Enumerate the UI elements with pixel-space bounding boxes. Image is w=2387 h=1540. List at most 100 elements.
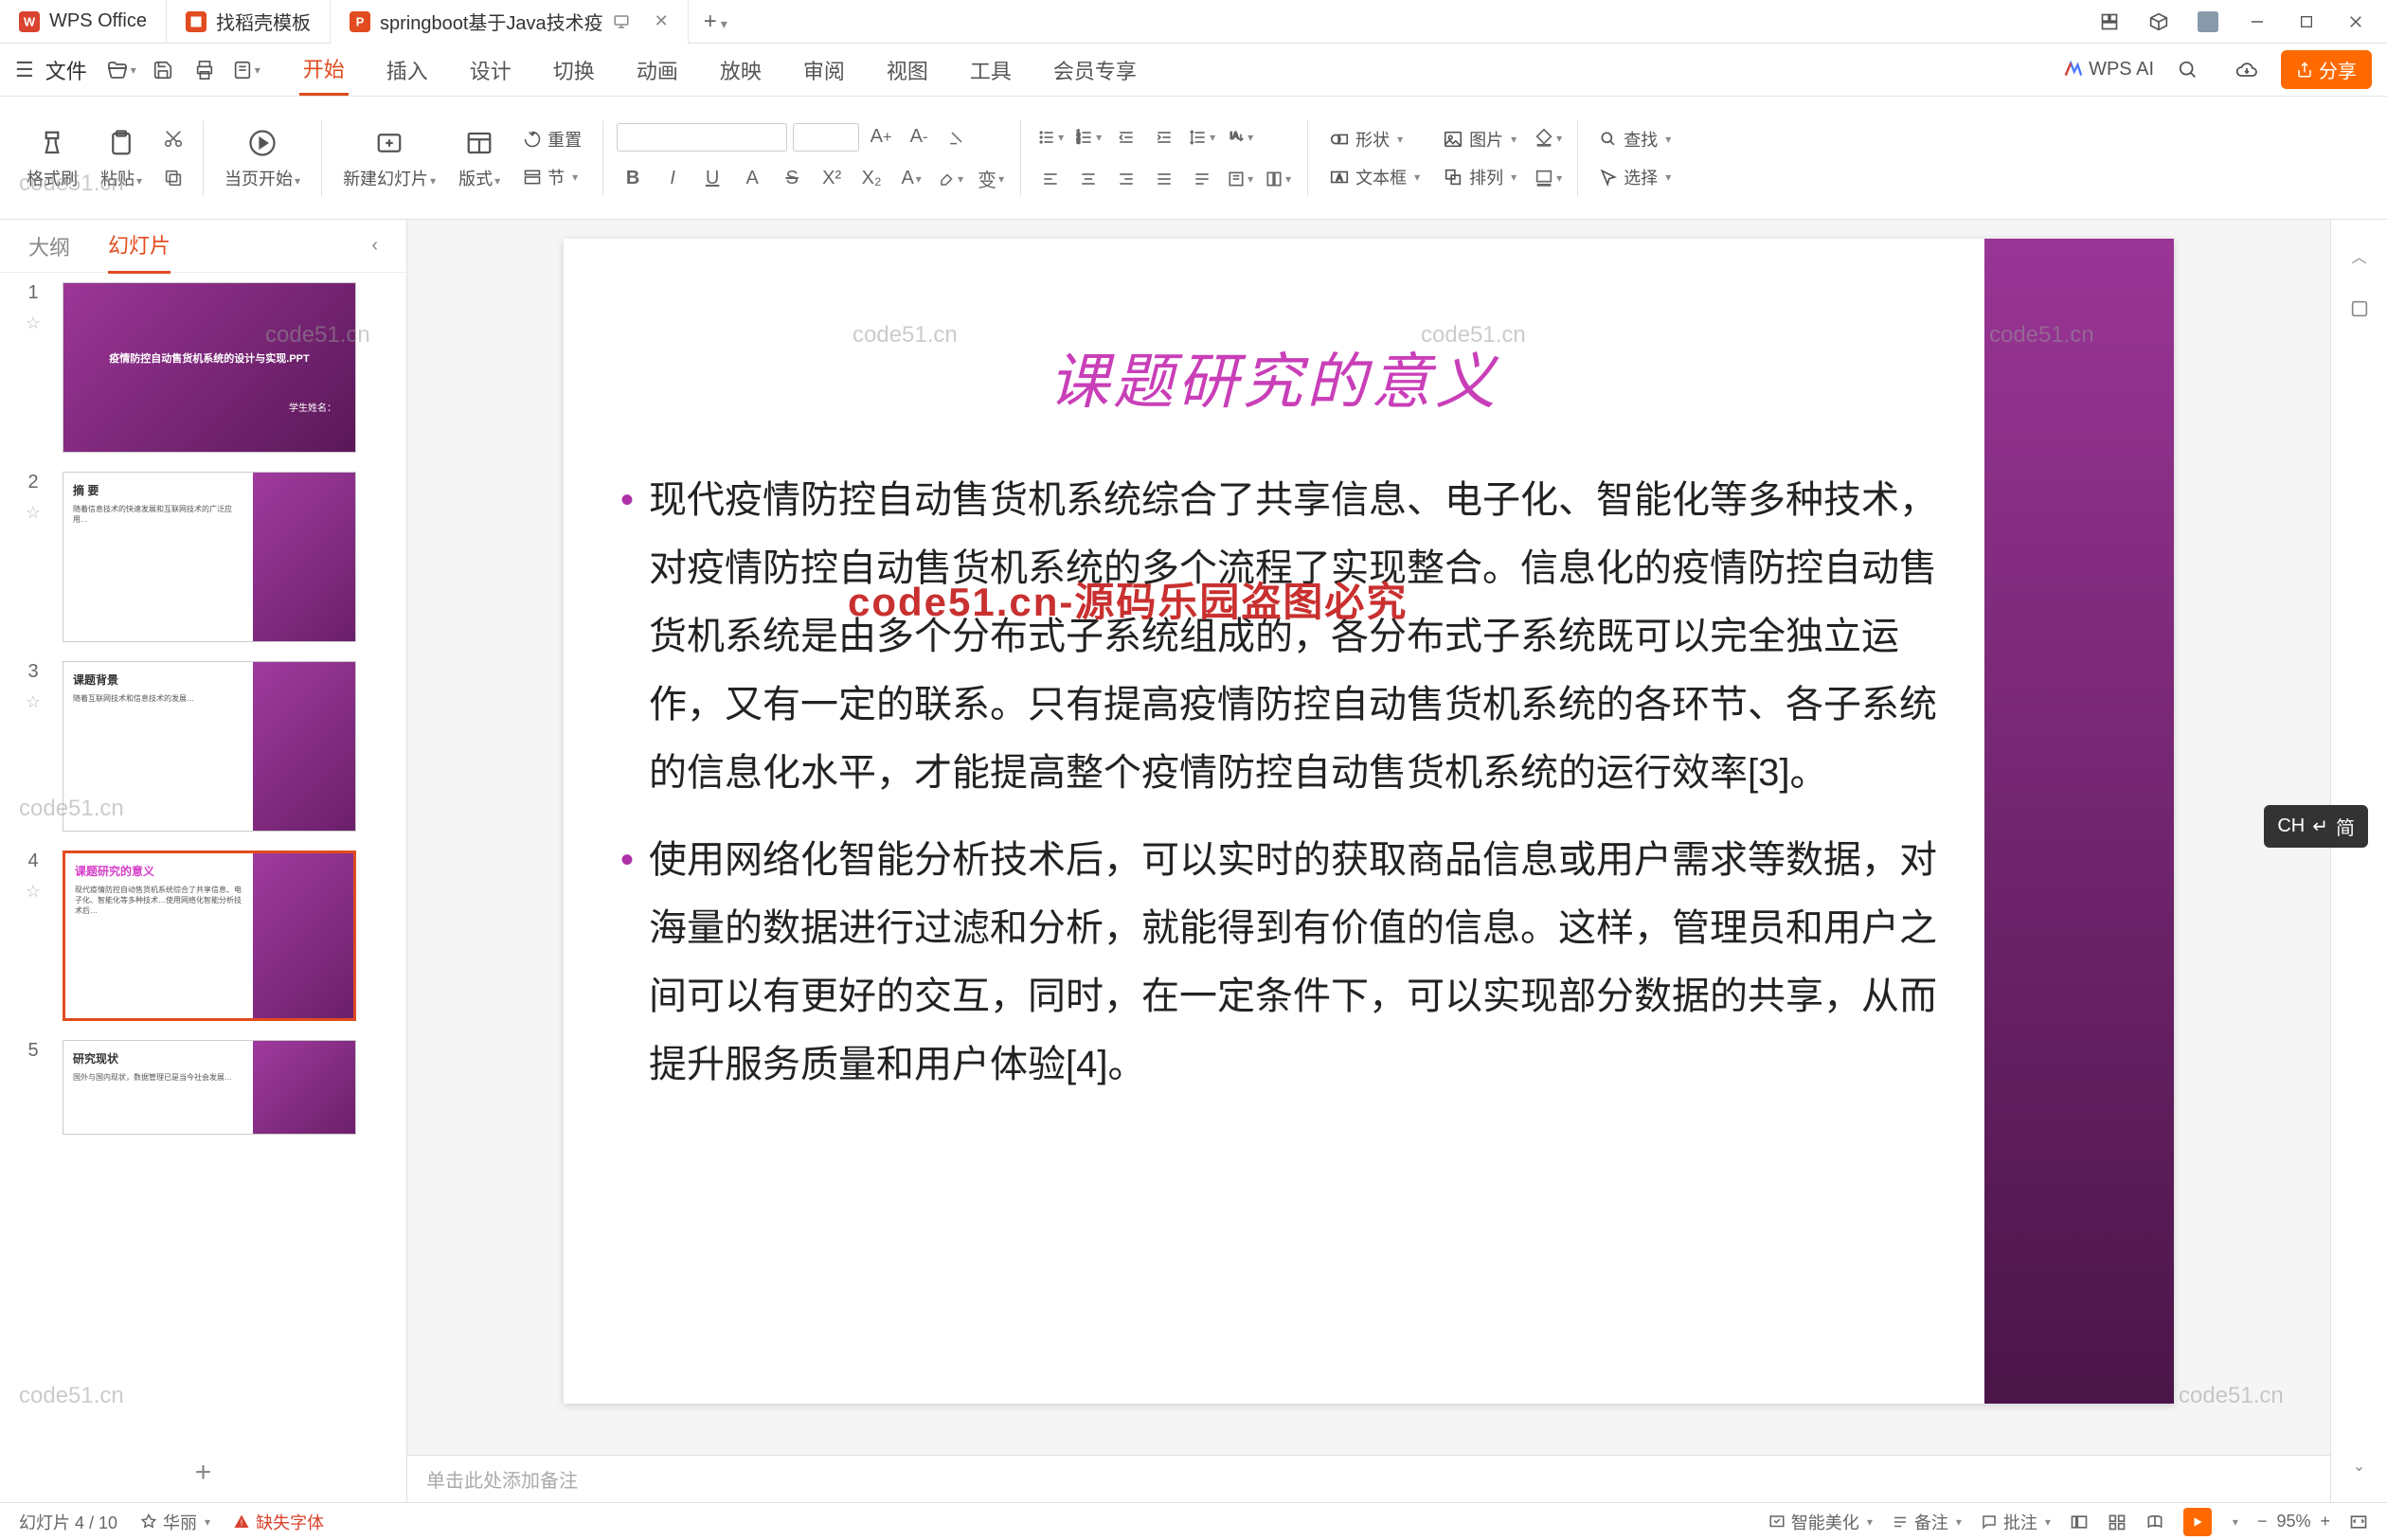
shadow-icon[interactable]: A [736,163,768,195]
chevron-down-icon[interactable]: ▾ [721,16,727,31]
from-current-button[interactable]: 当页开始▾ [217,126,308,190]
slide-paragraph[interactable]: 现代疫情防控自动售货机系统综合了共享信息、电子化、智能化等多种技术，对疫情防控自… [620,466,1947,807]
align-justify-icon[interactable] [1148,163,1180,195]
reading-view-icon[interactable] [2145,1513,2164,1531]
columns-icon[interactable]: ▾ [1262,163,1294,195]
app-tab[interactable]: W WPS Office [0,0,167,44]
slide-title[interactable]: 课题研究的意义 [564,333,1984,421]
tab-transition[interactable]: 切换 [549,45,599,95]
font-family-select[interactable] [617,123,787,152]
decrease-indent-icon[interactable] [1110,121,1142,153]
text-direction-icon[interactable]: IA▾ [1224,121,1256,153]
comments-toggle[interactable]: 批注▾ [1981,1510,2051,1534]
thumbnail-item[interactable]: 1☆ 疫情防控自动售货机系统的设计与实现.PPT学生姓名： [19,282,387,453]
thumbnail-item[interactable]: 5 研究现状国外与国内现状，数据管理已是当今社会发展… [19,1040,387,1135]
notes-toggle[interactable]: 备注▾ [1892,1510,1962,1534]
slide-body[interactable]: 现代疫情防控自动售货机系统综合了共享信息、电子化、智能化等多种技术，对疫情防控自… [620,466,1947,1118]
share-button[interactable]: 分享 [2281,50,2372,89]
smart-beautify-button[interactable]: 智能美化▾ [1768,1510,1873,1534]
vertical-align-icon[interactable]: ▾ [1224,163,1256,195]
window-layout-icon[interactable] [2097,9,2122,34]
star-icon[interactable]: ☆ [26,692,41,712]
font-color-icon[interactable]: A▾ [895,163,927,195]
align-center-icon[interactable] [1072,163,1104,195]
tab-review[interactable]: 审阅 [799,45,849,95]
align-right-icon[interactable] [1110,163,1142,195]
tab-vip[interactable]: 会员专享 [1050,45,1140,95]
section-button[interactable]: 节▾ [515,161,589,193]
textbox-button[interactable]: A文本框▾ [1321,161,1427,193]
zoom-level[interactable]: 95% [2276,1512,2310,1531]
select-button[interactable]: 选择▾ [1591,161,1678,193]
thumbnail-item[interactable]: 2☆ 摘 要随着信息技术的快速发展和互联网技术的广泛应用… [19,472,387,642]
picture-button[interactable]: 图片▾ [1435,123,1524,155]
superscript-icon[interactable]: X² [816,163,848,195]
italic-icon[interactable]: I [656,163,689,195]
minimize-icon[interactable] [2245,9,2270,34]
hamburger-icon[interactable]: ☰ [15,58,34,82]
new-tab-button[interactable]: +▾ [689,9,743,35]
tab-animation[interactable]: 动画 [633,45,682,95]
tab-slideshow[interactable]: 放映 [716,45,765,95]
line-spacing-icon[interactable]: ▾ [1186,121,1218,153]
star-icon[interactable]: ☆ [26,882,41,902]
cloud-icon[interactable] [2232,55,2262,85]
shape-button[interactable]: 形状▾ [1321,123,1427,155]
collapse-sidebar-icon[interactable]: ‹ [371,235,378,257]
theme-button[interactable]: 华丽▾ [140,1510,210,1534]
pinyin-icon[interactable]: 变▾ [975,163,1007,195]
normal-view-icon[interactable] [2070,1513,2089,1531]
star-icon[interactable]: ☆ [26,503,41,523]
subscript-icon[interactable]: X₂ [855,163,888,195]
fit-window-icon[interactable] [2349,1513,2368,1531]
print-icon[interactable] [189,55,220,85]
numbering-icon[interactable]: 123▾ [1072,121,1104,153]
underline-icon[interactable]: U [696,163,728,195]
maximize-icon[interactable] [2294,9,2319,34]
copy-icon[interactable] [157,162,189,194]
close-tab-icon[interactable]: ✕ [655,11,669,31]
format-brush-button[interactable]: 格式刷 [19,126,85,190]
thumbnails-list[interactable]: 1☆ 疫情防控自动售货机系统的设计与实现.PPT学生姓名： 2☆ 摘 要随着信息… [0,273,406,1443]
avatar-icon[interactable] [2196,9,2220,34]
distribute-icon[interactable] [1186,163,1218,195]
export-icon[interactable]: ▾ [231,55,261,85]
add-slide-button[interactable]: + [195,1457,212,1489]
increase-indent-icon[interactable] [1148,121,1180,153]
slide-canvas[interactable]: 课题研究的意义 现代疫情防控自动售货机系统综合了共享信息、电子化、智能化等多种技… [564,239,2174,1404]
canvas-scroll[interactable]: 课题研究的意义 现代疫情防控自动售货机系统综合了共享信息、电子化、智能化等多种技… [407,220,2330,1455]
close-window-icon[interactable] [2343,9,2368,34]
paste-button[interactable]: 粘贴▾ [93,126,150,190]
bold-icon[interactable]: B [617,163,649,195]
tab-design[interactable]: 设计 [466,45,515,95]
sidebar-tab-slides[interactable]: 幻灯片 [108,218,170,274]
search-icon[interactable] [2173,55,2203,85]
notes-panel[interactable]: 单击此处添加备注 [407,1455,2330,1502]
slide-counter[interactable]: 幻灯片 4 / 10 [19,1510,117,1534]
bullets-icon[interactable]: ▾ [1034,121,1067,153]
chevron-down-icon[interactable]: ⌄ [2342,1449,2377,1483]
cube-icon[interactable] [2146,9,2171,34]
tab-start[interactable]: 开始 [299,44,349,96]
tab-view[interactable]: 视图 [883,45,932,95]
tab-tools[interactable]: 工具 [966,45,1015,95]
file-menu[interactable]: 文件 [45,55,87,85]
open-folder-icon[interactable]: ▾ [106,55,136,85]
zoom-out-button[interactable]: − [2257,1512,2268,1531]
missing-font-warning[interactable]: !缺失字体 [233,1510,324,1534]
wps-ai-button[interactable]: WPS AI [2062,59,2154,81]
layout-button[interactable]: 版式▾ [451,126,508,190]
strikethrough-icon[interactable]: S [776,163,808,195]
tab-document[interactable]: P springboot基于Java技术疫 ✕ [331,0,689,44]
new-slide-button[interactable]: 新建幻灯片▾ [335,126,443,190]
slideshow-button[interactable] [2183,1508,2212,1536]
outline-color-icon[interactable]: ▾ [1532,162,1564,194]
star-icon[interactable]: ☆ [26,313,41,333]
reset-button[interactable]: 重置 [515,123,589,155]
chevron-up-icon[interactable]: ︿ [2342,239,2377,273]
cut-icon[interactable] [157,122,189,154]
tab-templates[interactable]: 找稻壳模板 [167,0,331,44]
zoom-in-button[interactable]: + [2320,1512,2330,1531]
font-size-select[interactable] [793,123,859,152]
tab-insert[interactable]: 插入 [383,45,432,95]
